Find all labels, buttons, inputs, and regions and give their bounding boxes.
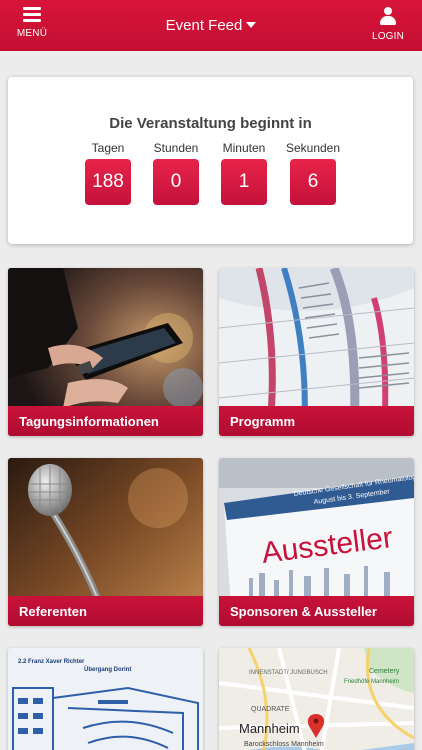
tile-floorplan[interactable]: 2.2 Franz Xaver Richter Übergang Dorint <box>8 648 203 750</box>
countdown-seconds-label: Sekunden <box>285 141 341 155</box>
countdown-title: Die Veranstaltung beginnt in <box>109 115 312 132</box>
countdown-hours-value: 0 <box>153 159 199 205</box>
caret-down-icon <box>246 21 257 28</box>
tile-label: Programm <box>219 406 414 436</box>
floorplan-label2: Übergang Dorint <box>84 666 131 673</box>
countdown-minutes-value: 1 <box>221 159 267 205</box>
user-icon <box>380 7 396 25</box>
login-label: LOGIN <box>371 31 405 42</box>
top-bar: MENÜ Event Feed LOGIN <box>0 0 422 51</box>
map-district2: QUADRATE <box>251 706 290 713</box>
countdown-seconds-value: 6 <box>290 159 336 205</box>
countdown-days-label: Tagen <box>91 141 125 155</box>
countdown-minutes: Minuten 1 <box>214 141 274 205</box>
tile-tagungsinformationen[interactable]: Tagungsinformationen <box>8 268 203 436</box>
countdown-hours-label: Stunden <box>153 141 199 155</box>
map-photo: INNENSTADT/ JUNGBUSCH Cemetery Friedhöfe… <box>219 648 414 750</box>
map-district1: INNENSTADT/ JUNGBUSCH <box>249 670 328 676</box>
tile-programm[interactable]: Programm <box>219 268 414 436</box>
floorplan-photo: 2.2 Franz Xaver Richter Übergang Dorint <box>8 648 203 750</box>
tile-label: Tagungsinformationen <box>8 406 203 436</box>
tile-label: Referenten <box>8 596 203 626</box>
event-feed-dropdown[interactable]: Event Feed <box>0 17 422 34</box>
login-button[interactable]: LOGIN <box>366 7 410 42</box>
countdown-days: Tagen 188 <box>78 141 138 205</box>
countdown-hours: Stunden 0 <box>146 141 206 205</box>
map-city: Mannheim <box>239 721 300 736</box>
countdown-minutes-label: Minuten <box>222 141 266 155</box>
map-cemetery: Cemetery <box>369 668 400 675</box>
map-cemetery2: Friedhöfe Mannheim <box>344 679 399 685</box>
countdown-days-value: 188 <box>85 159 131 205</box>
tile-sponsoren-aussteller[interactable]: Deutsche Gesellschaft für Rheumatologie … <box>219 458 414 626</box>
countdown-card: Die Veranstaltung beginnt in Tagen 188 S… <box>8 77 413 244</box>
page-title: Event Feed <box>165 17 243 34</box>
countdown-seconds: Sekunden 6 <box>283 141 343 205</box>
tile-referenten[interactable]: Referenten <box>8 458 203 626</box>
floorplan-label1: 2.2 Franz Xaver Richter <box>18 659 85 665</box>
map-castle: Barockschloss Mannheim <box>244 741 324 748</box>
tile-label: Sponsoren & Aussteller <box>219 596 414 626</box>
tile-map[interactable]: INNENSTADT/ JUNGBUSCH Cemetery Friedhöfe… <box>219 648 414 750</box>
